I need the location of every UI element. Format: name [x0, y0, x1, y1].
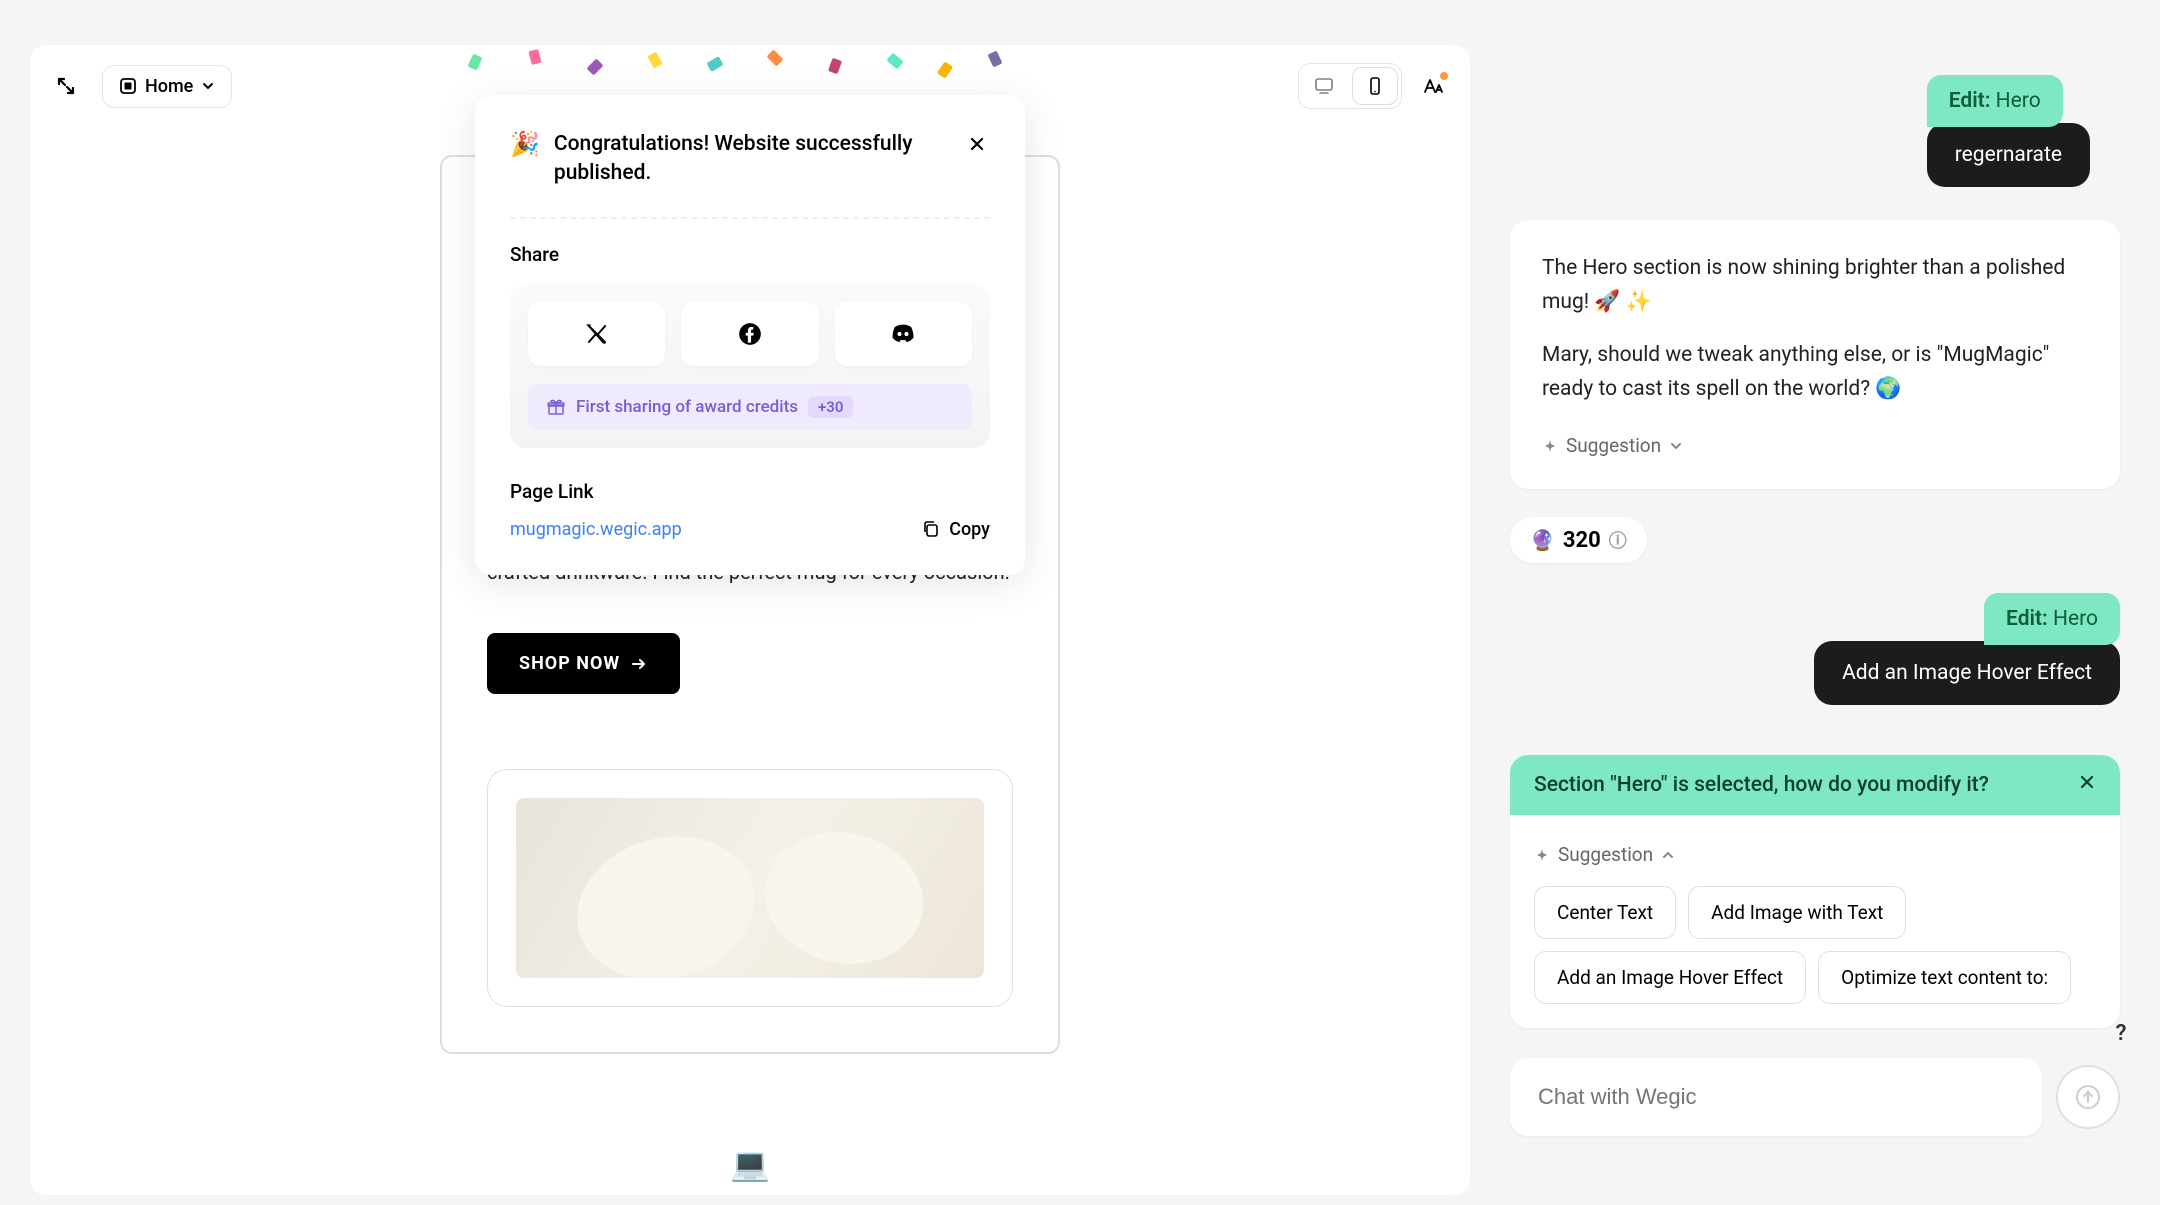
page-link-label: Page Link — [510, 480, 990, 503]
close-selection-button[interactable] — [2078, 773, 2096, 797]
award-text: First sharing of award credits — [576, 397, 798, 417]
selection-banner: Section "Hero" is selected, how do you m… — [1510, 755, 2120, 815]
suggestion-chip-optimize-text[interactable]: Optimize text content to: — [1818, 951, 2071, 1004]
hero-image — [516, 798, 984, 978]
assistant-text-1: The Hero section is now shining brighter… — [1542, 252, 2088, 319]
copy-label: Copy — [949, 519, 990, 540]
mobile-viewport-button[interactable] — [1352, 67, 1398, 105]
expand-icon[interactable] — [50, 70, 82, 102]
laptop-icon[interactable]: 💻 — [730, 1145, 770, 1183]
user-action-1: regernarate — [1927, 123, 2090, 187]
desktop-viewport-button[interactable] — [1299, 64, 1349, 108]
suggestion-chip-hover-effect[interactable]: Add an Image Hover Effect — [1534, 951, 1806, 1004]
suggestion-label: Suggestion — [1566, 434, 1661, 457]
font-settings-icon[interactable] — [1414, 68, 1450, 104]
home-label: Home — [145, 76, 193, 97]
facebook-icon — [737, 321, 763, 347]
suggestion-label-2: Suggestion — [1558, 843, 1653, 866]
copy-icon — [921, 519, 941, 539]
discord-icon — [889, 320, 917, 348]
x-twitter-icon — [584, 321, 610, 347]
credits-value: 320 — [1563, 528, 1601, 553]
share-twitter-button[interactable] — [528, 302, 665, 366]
cta-label: SHOP NOW — [519, 653, 620, 674]
sparkle-icon — [1542, 438, 1558, 454]
arrow-up-icon — [2075, 1084, 2101, 1110]
shop-now-button[interactable]: SHOP NOW — [487, 633, 680, 694]
gift-icon — [546, 397, 566, 417]
user-action-2: Add an Image Hover Effect — [1814, 641, 2120, 705]
help-button[interactable]: ? — [2104, 1016, 2138, 1050]
notification-dot — [1440, 72, 1448, 80]
share-modal: 🎉 Congratulations! Website successfully … — [475, 95, 1025, 575]
home-button[interactable]: Home — [102, 65, 232, 108]
suggestion-toggle[interactable]: Suggestion — [1542, 434, 2088, 457]
award-banner: First sharing of award credits +30 — [528, 384, 972, 430]
assistant-text-2: Mary, should we tweak anything else, or … — [1542, 339, 2088, 406]
chevron-down-icon — [201, 79, 215, 93]
edit-tag-1: Edit: Hero — [1927, 75, 2063, 127]
suggestion-chip-center-text[interactable]: Center Text — [1534, 886, 1676, 939]
canvas-area: Home — [30, 45, 1470, 1195]
chevron-up-icon — [1661, 848, 1675, 862]
chat-message-user-1: Edit: Hero regernarate — [1927, 75, 2090, 187]
arrow-right-icon — [630, 655, 648, 673]
modal-title: Congratulations! Website successfully pu… — [554, 130, 950, 189]
viewport-toggle — [1298, 63, 1402, 109]
award-badge: +30 — [808, 396, 853, 418]
info-icon: ⓘ — [1609, 527, 1627, 553]
suggestion-chip-add-image-text[interactable]: Add Image with Text — [1688, 886, 1906, 939]
suggestion-box: Suggestion Center Text Add Image with Te… — [1510, 815, 2120, 1028]
page-link-url[interactable]: mugmagic.wegic.app — [510, 519, 682, 540]
assistant-message: The Hero section is now shining brighter… — [1510, 220, 2120, 489]
sparkle-icon — [1534, 847, 1550, 863]
party-icon: 🎉 — [510, 130, 540, 158]
chat-panel: Edit: Hero regernarate The Hero section … — [1490, 15, 2150, 1205]
hero-image-card — [487, 769, 1013, 1007]
share-discord-button[interactable] — [835, 302, 972, 366]
close-button[interactable] — [964, 130, 990, 162]
share-label: Share — [510, 243, 990, 266]
copy-button[interactable]: Copy — [921, 519, 990, 540]
credits-badge[interactable]: 🔮 320 ⓘ — [1510, 517, 1647, 563]
edit-tag-2: Edit: Hero — [1984, 593, 2120, 645]
chevron-down-icon — [1669, 439, 1683, 453]
suggestion-toggle-2[interactable]: Suggestion — [1534, 839, 2096, 870]
chat-input[interactable] — [1510, 1058, 2042, 1136]
send-button[interactable] — [2056, 1065, 2120, 1129]
chat-message-user-2: Edit: Hero Add an Image Hover Effect — [1510, 593, 2120, 705]
selection-text: Section "Hero" is selected, how do you m… — [1534, 773, 1989, 797]
share-facebook-button[interactable] — [681, 302, 818, 366]
